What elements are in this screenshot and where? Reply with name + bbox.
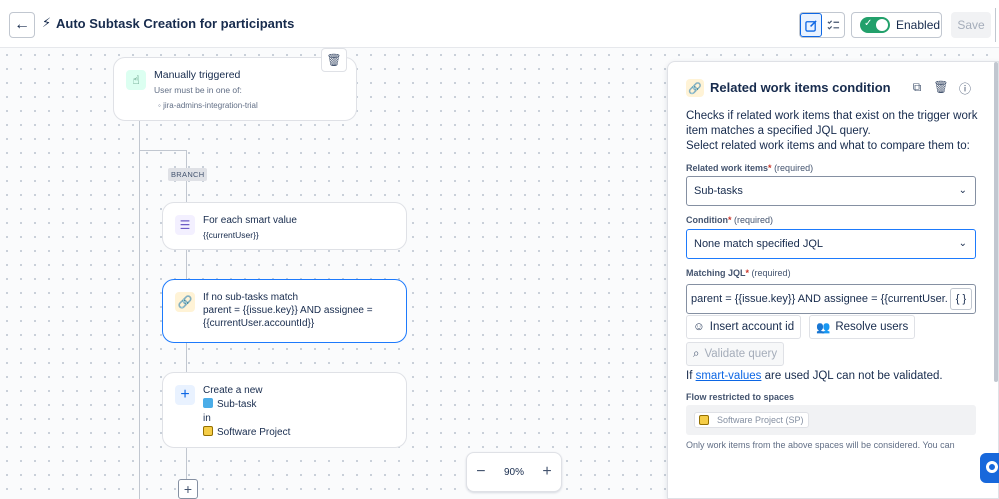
panel-title: Related work items condition xyxy=(710,80,891,95)
condition-jql-line2: {{currentUser.accountId}} xyxy=(203,318,315,329)
checklist-icon xyxy=(827,19,839,30)
validate-query-button[interactable]: ⌕ Validate query xyxy=(686,342,785,366)
zoom-out-button[interactable]: − xyxy=(476,463,485,481)
create-type: Sub-task xyxy=(217,399,257,410)
condition-select[interactable]: None match specified JQL ⌄ xyxy=(686,229,976,259)
header-edge-divider xyxy=(995,8,999,42)
create-title: Create a new xyxy=(203,385,263,396)
condition-label: Condition xyxy=(686,215,728,225)
condition-jql-line1: parent = {{issue.key}} AND assignee = xyxy=(203,305,373,316)
branch-connector xyxy=(139,150,187,151)
rule-title: Auto Subtask Creation for participants xyxy=(56,16,295,31)
chevron-down-icon: ⌄ xyxy=(958,238,967,249)
foreach-title: For each smart value xyxy=(203,215,297,226)
save-button[interactable]: Save xyxy=(951,12,991,38)
zoom-level: 90% xyxy=(503,466,524,478)
project-icon xyxy=(699,415,709,425)
link-icon: 🔗 xyxy=(686,79,704,97)
top-header: ← ⚡ Auto Subtask Creation for participan… xyxy=(0,0,999,48)
space-chip: Software Project (SP) xyxy=(694,412,809,428)
smart-value-button[interactable]: { } xyxy=(950,288,972,310)
add-component-button[interactable]: + xyxy=(178,479,198,499)
foreach-value: {{currentUser}} xyxy=(203,230,259,240)
assistant-launcher-icon[interactable] xyxy=(980,453,999,483)
zoom-controls: − 90% + xyxy=(466,452,562,492)
foreach-card[interactable]: ☰ For each smart value {{currentUser}} xyxy=(162,202,407,250)
arrow-left-icon: ← xyxy=(14,16,30,33)
related-work-items-select[interactable]: Sub-tasks ⌄ xyxy=(686,176,976,206)
zoom-in-button[interactable]: + xyxy=(542,463,551,481)
enabled-toggle[interactable]: ✓ xyxy=(860,17,890,33)
plus-icon: + xyxy=(183,481,193,497)
link-icon: 🔗 xyxy=(175,292,195,312)
list-view-button[interactable] xyxy=(822,13,844,37)
create-in: in xyxy=(203,413,211,424)
subtask-icon xyxy=(203,398,213,408)
matching-jql-input[interactable]: parent = {{issue.key}} AND assignee = {{… xyxy=(686,284,976,314)
view-toggle xyxy=(799,12,845,38)
flow-label: Flow restricted to spaces xyxy=(686,392,795,402)
panel-description-2: Select related work items and what to co… xyxy=(686,140,970,152)
plus-icon: + xyxy=(175,385,195,405)
trash-icon[interactable]: 🗑 xyxy=(933,80,949,97)
create-project: Software Project xyxy=(217,427,291,438)
user-icon: ☺ xyxy=(693,321,705,333)
connector-foreach-condition xyxy=(186,250,187,279)
condition-config-panel: 🔗 Related work items condition ⧉ 🗑 ⓘ Che… xyxy=(667,61,999,499)
trigger-title: Manually triggered xyxy=(154,69,241,81)
edit-view-button[interactable] xyxy=(800,13,822,37)
condition-title: If no sub-tasks match xyxy=(203,292,299,303)
flow-restricted-spaces: Software Project (SP) xyxy=(686,405,976,435)
delete-trigger-button[interactable]: 🗑 xyxy=(321,48,347,72)
edit-icon xyxy=(804,19,817,32)
trash-icon: 🗑 xyxy=(326,53,342,67)
related-label: Related work items xyxy=(686,163,769,173)
project-icon xyxy=(203,426,213,436)
manual-trigger-icon: ☝ xyxy=(126,70,146,90)
branch-label: BRANCH xyxy=(168,168,208,181)
branch-line xyxy=(139,121,140,499)
connector-create-add xyxy=(186,448,187,479)
jql-label: Matching JQL xyxy=(686,268,746,278)
create-card[interactable]: + Create a new Sub-task in Software Proj… xyxy=(162,372,407,448)
list-icon: ☰ xyxy=(175,215,195,235)
flow-footnote: Only work items from the above spaces wi… xyxy=(686,440,955,450)
enabled-toggle-button[interactable]: ✓ Enabled xyxy=(851,12,942,38)
people-icon: 👥 xyxy=(816,322,831,334)
resolve-users-button[interactable]: 👥 Resolve users xyxy=(809,315,916,339)
condition-card[interactable]: 🔗 If no sub-tasks match parent = {{issue… xyxy=(162,279,407,343)
lightning-icon: ⚡ xyxy=(42,15,52,30)
back-button[interactable]: ← xyxy=(9,12,35,38)
search-icon: ⌕ xyxy=(693,347,700,360)
insert-account-id-button[interactable]: ☺ Insert account id xyxy=(686,315,802,339)
check-icon: ✓ xyxy=(864,18,873,29)
enabled-label: Enabled xyxy=(896,18,941,32)
connector-condition-create xyxy=(186,343,187,372)
panel-scrollbar[interactable] xyxy=(994,62,998,382)
chevron-down-icon: ⌄ xyxy=(958,185,967,196)
help-icon[interactable]: ⓘ xyxy=(957,80,973,97)
duplicate-icon[interactable]: ⧉ xyxy=(909,80,925,97)
smart-values-link[interactable]: smart-values xyxy=(696,370,762,382)
panel-description: Checks if related work items that exist … xyxy=(686,110,978,137)
trigger-group: jira-admins-integration-trial xyxy=(163,101,258,110)
trigger-subtitle: User must be in one of: xyxy=(154,85,242,95)
